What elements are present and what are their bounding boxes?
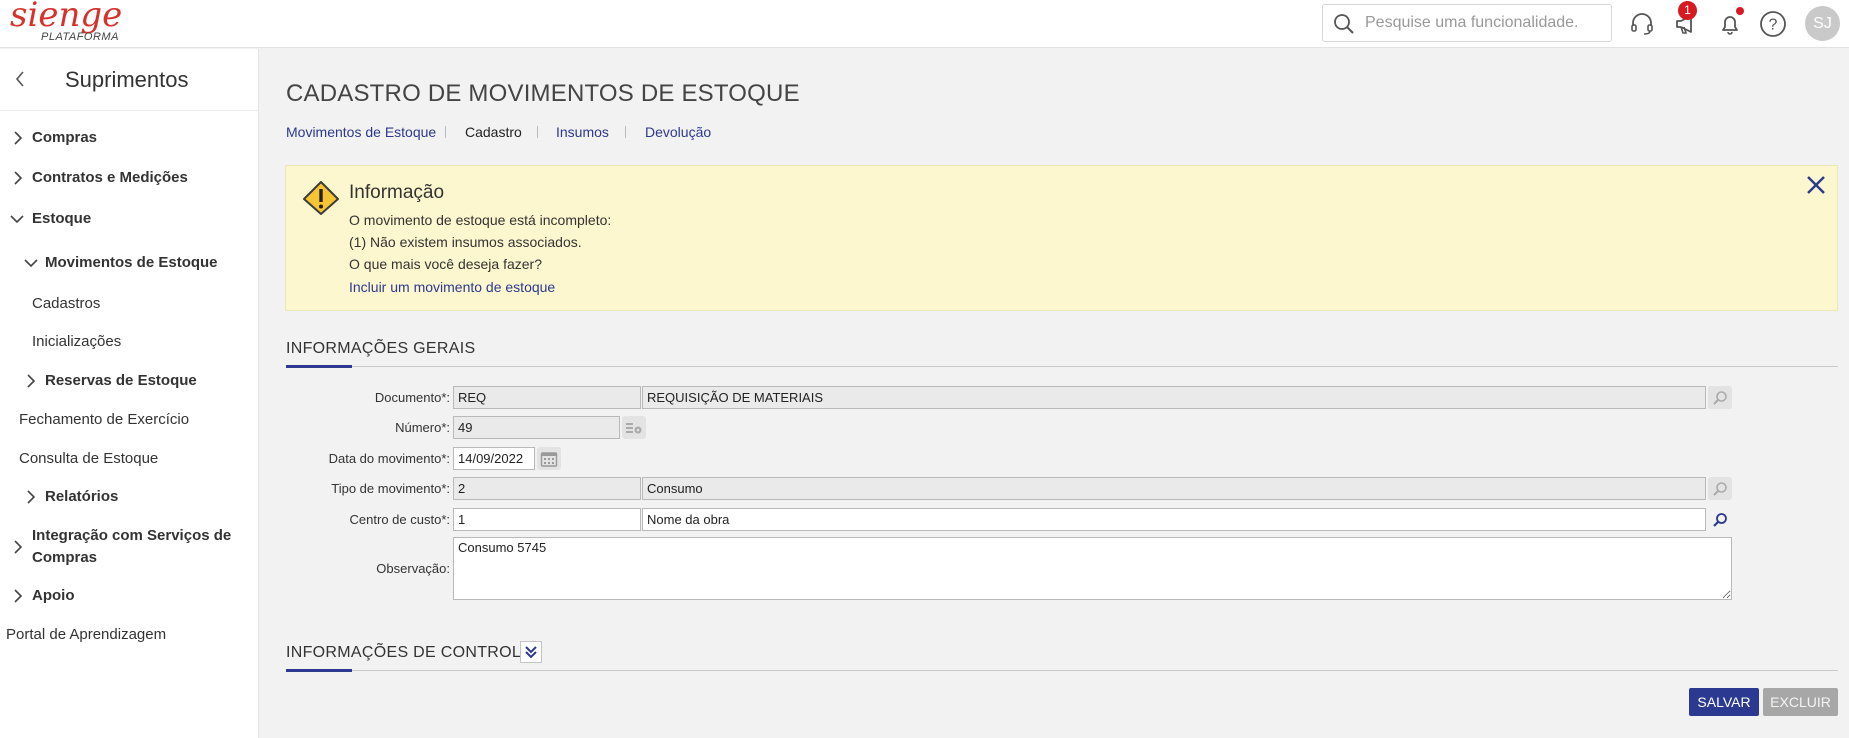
chevron-right-icon[interactable] bbox=[12, 170, 24, 186]
data-label: Data do movimento*: bbox=[328, 451, 450, 466]
search-input[interactable] bbox=[1365, 14, 1601, 32]
sidebar-item-portal[interactable]: Portal de Aprendizagem bbox=[6, 626, 166, 643]
chevron-right-icon[interactable] bbox=[12, 539, 24, 555]
centro-code-field[interactable] bbox=[453, 508, 641, 531]
include-movement-link[interactable]: Incluir um movimento de estoque bbox=[349, 279, 555, 295]
top-bar: sienge PLATAFORMA 1 ? SJ bbox=[0, 0, 1849, 48]
tipo-search-button[interactable] bbox=[1708, 477, 1732, 500]
search-icon bbox=[1713, 512, 1727, 527]
info-line: O movimento de estoque está incompleto: bbox=[349, 212, 612, 228]
sidebar-item-integracao[interactable]: Integração com Serviços de bbox=[32, 527, 231, 544]
section-accent bbox=[286, 669, 352, 672]
alert-dot bbox=[1736, 7, 1744, 15]
sidebar-item-contratos[interactable]: Contratos e Medições bbox=[32, 169, 188, 186]
chevron-left-icon[interactable] bbox=[12, 69, 28, 89]
calendar-icon bbox=[540, 451, 558, 467]
logo-subtitle: PLATAFORMA bbox=[41, 31, 119, 43]
save-button[interactable]: SALVAR bbox=[1689, 688, 1759, 716]
sidebar-item-estoque[interactable]: Estoque bbox=[32, 210, 91, 227]
sidebar-item-movimentos[interactable]: Movimentos de Estoque bbox=[45, 254, 218, 271]
documento-label: Documento*: bbox=[374, 390, 450, 405]
sidebar-item-reservas[interactable]: Reservas de Estoque bbox=[45, 372, 197, 389]
search-icon bbox=[1713, 481, 1727, 496]
search-icon[interactable] bbox=[1333, 13, 1355, 35]
numero-label: Número*: bbox=[395, 420, 450, 435]
expand-toggle[interactable] bbox=[520, 641, 542, 663]
tipo-desc-field[interactable] bbox=[642, 477, 1706, 500]
breadcrumb-separator bbox=[625, 126, 626, 138]
info-line: (1) Não existem insumos associados. bbox=[349, 234, 582, 250]
chevron-right-icon[interactable] bbox=[25, 489, 37, 505]
data-field[interactable] bbox=[453, 447, 535, 470]
observacao-field[interactable]: Consumo 5745 bbox=[453, 537, 1732, 600]
breadcrumb-separator bbox=[445, 126, 446, 138]
svg-text:?: ? bbox=[1769, 17, 1778, 34]
sidebar-header: Suprimentos bbox=[0, 49, 259, 111]
chevron-down-icon[interactable] bbox=[9, 213, 25, 225]
chevron-down-icon[interactable] bbox=[23, 257, 39, 269]
sidebar-item-fechamento[interactable]: Fechamento de Exercício bbox=[19, 411, 189, 428]
section-divider bbox=[286, 670, 1838, 671]
search-icon bbox=[1713, 390, 1727, 405]
documento-search-button[interactable] bbox=[1708, 386, 1732, 409]
close-icon[interactable] bbox=[1805, 174, 1827, 196]
centro-search-button[interactable] bbox=[1708, 508, 1732, 531]
number-generator-button[interactable] bbox=[622, 416, 646, 439]
tipo-code-field[interactable] bbox=[453, 477, 641, 500]
chevron-right-icon[interactable] bbox=[25, 373, 37, 389]
sidebar-item-cadastros[interactable]: Cadastros bbox=[32, 295, 100, 312]
headset-icon[interactable] bbox=[1627, 9, 1657, 39]
section-divider bbox=[286, 366, 1838, 367]
sidebar-item-inicializacoes[interactable]: Inicializações bbox=[32, 333, 121, 350]
search-box[interactable] bbox=[1322, 4, 1612, 42]
centro-desc-field[interactable] bbox=[642, 508, 1706, 531]
logo[interactable]: sienge PLATAFORMA bbox=[10, 0, 123, 43]
double-chevron-down-icon bbox=[525, 646, 537, 659]
chevron-right-icon[interactable] bbox=[12, 130, 24, 146]
help-icon[interactable]: ? bbox=[1758, 9, 1788, 39]
chevron-right-icon[interactable] bbox=[12, 588, 24, 604]
info-alert: Informação O movimento de estoque está i… bbox=[285, 165, 1838, 311]
warning-icon bbox=[303, 181, 339, 215]
documento-code-field[interactable] bbox=[453, 386, 641, 409]
breadcrumb-cadastro: Cadastro bbox=[465, 124, 522, 140]
logo-text: sienge bbox=[10, 0, 123, 35]
delete-button[interactable]: EXCLUIR bbox=[1763, 688, 1838, 716]
section-title-control: INFORMAÇÕES DE CONTROLE bbox=[286, 644, 533, 661]
section-title-general: INFORMAÇÕES GERAIS bbox=[286, 340, 476, 357]
section-accent bbox=[286, 365, 352, 368]
sidebar-item-apoio[interactable]: Apoio bbox=[32, 587, 75, 604]
list-gear-icon bbox=[626, 422, 642, 433]
breadcrumb-separator bbox=[537, 126, 538, 138]
centro-label: Centro de custo*: bbox=[349, 512, 450, 527]
avatar[interactable]: SJ bbox=[1805, 6, 1840, 41]
breadcrumb-movimentos[interactable]: Movimentos de Estoque bbox=[286, 124, 436, 140]
calendar-button[interactable] bbox=[537, 447, 561, 470]
page-title: CADASTRO DE MOVIMENTOS DE ESTOQUE bbox=[286, 80, 800, 107]
info-title: Informação bbox=[349, 182, 445, 203]
sidebar-item-relatorios[interactable]: Relatórios bbox=[45, 488, 118, 505]
sidebar-item-compras[interactable]: Compras bbox=[32, 129, 97, 146]
info-line: O que mais você deseja fazer? bbox=[349, 256, 542, 272]
tipo-label: Tipo de movimento*: bbox=[331, 481, 450, 496]
numero-field[interactable] bbox=[453, 416, 620, 439]
sidebar-title: Suprimentos bbox=[65, 67, 189, 92]
documento-desc-field[interactable] bbox=[642, 386, 1706, 409]
sidebar-item-integracao-line2[interactable]: Compras bbox=[32, 549, 97, 566]
obs-label: Observação: bbox=[376, 561, 450, 576]
sidebar-item-consulta[interactable]: Consulta de Estoque bbox=[19, 450, 158, 467]
breadcrumb-devolucao[interactable]: Devolução bbox=[645, 124, 711, 140]
breadcrumb-insumos[interactable]: Insumos bbox=[556, 124, 609, 140]
notification-badge: 1 bbox=[1678, 1, 1697, 20]
